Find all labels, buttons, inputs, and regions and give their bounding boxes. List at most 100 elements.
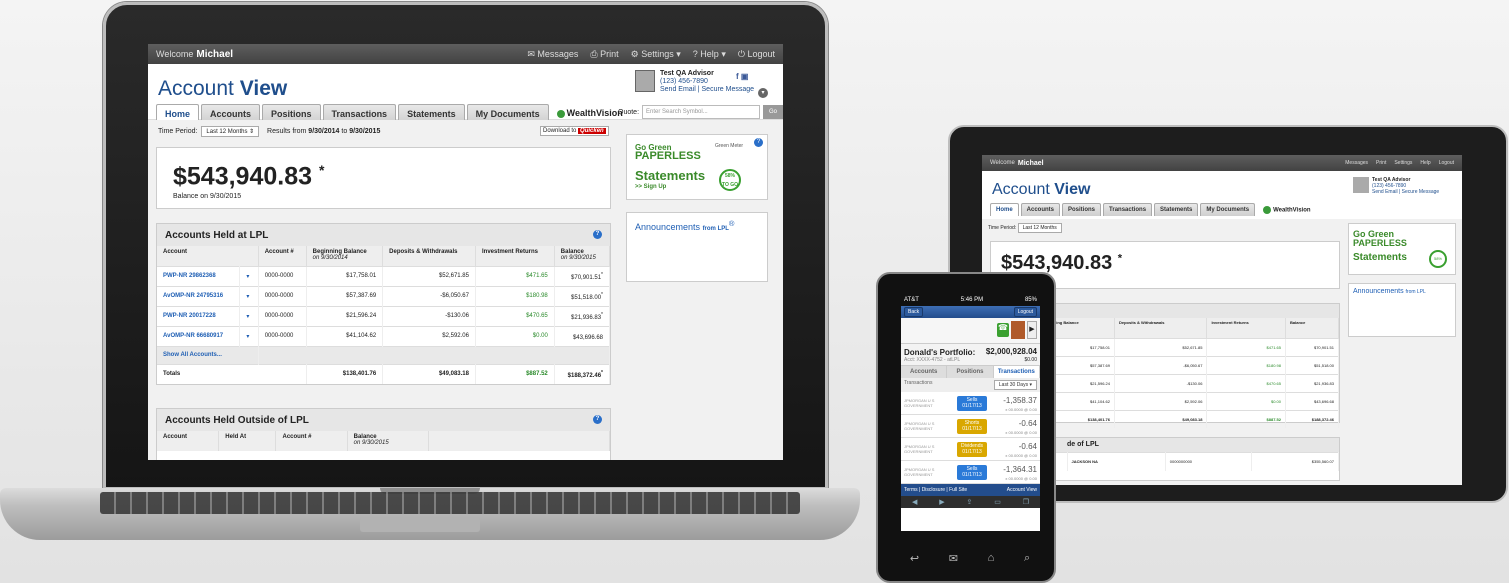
time-period-value: Last 12 Months [206,129,248,135]
footer-account-view[interactable]: Account View [1007,487,1037,493]
quote-go-button[interactable]: Go [763,105,783,119]
ending-balance: $21,936.83* [554,305,611,326]
table-row[interactable]: PWP-NR 20017228 ▾ 0000-0000 $21,596.24 -$… [157,305,611,326]
download-label: Download to [543,128,577,134]
help-icon[interactable]: ? [593,230,602,239]
print-link[interactable]: Print [1376,160,1386,166]
transaction-amount: -1,364.31 [1003,465,1037,474]
quicken-logo: Quicken [578,128,606,134]
phone-icon[interactable]: ☎ [997,323,1009,337]
logout-button[interactable]: Logout [1013,307,1037,317]
social-icons[interactable]: f ▣ [736,72,748,81]
security-name: JPMORGAN U S GOVERNMENT [904,444,935,454]
phone-tabs: Accounts Positions Transactions [901,366,1040,378]
tabs-icon[interactable]: ❐ [1023,498,1029,506]
bookmarks-icon[interactable]: ▭ [994,498,1001,506]
show-all-accounts-link[interactable]: Show All Accounts... [157,345,259,364]
totals-beginning: $138,401.76 [306,363,384,384]
home-icon[interactable]: ⌂ [988,552,995,564]
account-name-link[interactable]: PWP-NR 20017228 [157,305,241,326]
ending-balance: $43,696.68 [1285,391,1339,410]
totals-balance: $188,372.46* [554,363,611,384]
tab-home[interactable]: Home [990,203,1019,216]
time-period-select[interactable]: Last 12 Months ⇕ [201,126,260,137]
green-meter-sub: TO GO [721,182,739,188]
account-name-link[interactable]: PWP-NR 29862368 [157,265,241,286]
advisor-links[interactable]: Send Email | Secure Message [1372,189,1439,195]
footer-links[interactable]: Terms | Disclosure | Full Site [904,487,967,493]
chevron-down-icon[interactable]: ▾ [758,88,768,98]
balance-value: $543,940.83 [173,162,313,191]
ending-balance-value: $43,696.68 [572,334,603,341]
tab-accounts[interactable]: Accounts [901,366,948,378]
print-link[interactable]: ⎙ Print [590,49,618,60]
tab-transactions[interactable]: Transactions [993,366,1040,378]
col-account-label: Account [163,434,187,440]
download-quicken-button[interactable]: Download to Quicken [540,126,609,136]
settings-link[interactable]: Settings [1394,160,1412,166]
tab-positions[interactable]: Positions [1062,203,1102,216]
show-all-row: Show All Accounts... [157,345,611,364]
tab-statements[interactable]: Statements [1154,203,1199,216]
messages-link[interactable]: Messages [1345,160,1368,166]
table-row[interactable]: PWP-NR 29862368 ▾ 0000-0000 $17,758.01 $5… [157,265,611,286]
time-period-select[interactable]: Last 12 Months [1017,223,1062,233]
forward-arrow-icon[interactable]: ▶ [939,498,944,506]
help-link[interactable]: ? Help ▾ [693,49,726,60]
paperless-title: PAPERLESS [635,150,701,162]
ending-balance: $43,696.68 [554,325,611,346]
tab-my-documents[interactable]: My Documents [1200,203,1256,216]
quote-input[interactable]: Enter Search Symbol... [642,105,761,119]
tab-positions[interactable]: Positions [947,366,994,378]
chevron-down-icon[interactable]: ▾ [239,285,259,306]
messages-link[interactable]: ✉ Messages [527,49,578,60]
ending-balance: $355,560.07 [1251,452,1339,471]
beginning-balance: $41,104.62 [306,325,384,346]
go-green-banner[interactable]: Go Green PAPERLESS Statements 58% [1348,223,1456,275]
chevron-down-icon[interactable]: ▾ [239,325,259,346]
logout-link[interactable]: Logout [1439,160,1454,166]
back-button[interactable]: Back [904,307,924,317]
ending-balance-value: $21,936.83 [571,314,602,321]
transaction-detail: x 00.0000 @ 0.00 [1005,430,1037,435]
col-account-number: Account # [275,431,348,451]
advisor-links[interactable]: Send Email | Secure Message [660,86,754,93]
logout-link[interactable]: ⏻ Logout [738,49,775,60]
help-icon[interactable]: ? [593,415,602,424]
wealthvision-link[interactable]: WealthVision [1263,206,1311,216]
type-date: 01/17/13 [962,449,982,455]
advisor-avatar [1353,177,1369,193]
investment-returns: $470.65 [1206,373,1286,392]
filter-select[interactable]: Last 30 Days ▾ [993,380,1037,390]
welcome-text: Welcome [156,49,194,59]
title-light: Account [992,181,1050,198]
account-name-link[interactable]: AvOMP-NR 66680917 [157,325,241,346]
table-row[interactable]: AvOMP-NR 66680917 ▾ 0000-0000 $41,104.62 … [157,325,611,346]
back-arrow-icon[interactable]: ◀ [912,498,917,506]
transaction-row[interactable]: JPMORGAN U S GOVERNMENT Sells 01/17/13 -1,3… [901,461,1040,484]
table-row[interactable]: AvOMP-NR 24795316 ▾ 0000-0000 $57,387.69 … [157,285,611,306]
go-green-banner[interactable]: Go Green PAPERLESS Green Meter Statement… [626,134,768,200]
play-icon[interactable]: ▶ [1027,321,1037,339]
transaction-row[interactable]: JPMORGAN U S GOVERNMENT Sells 01/17/13 -1,3… [901,392,1040,415]
mail-icon[interactable]: ✉ [949,552,958,565]
tab-accounts[interactable]: Accounts [1020,203,1061,216]
help-link[interactable]: Help [1420,160,1430,166]
share-icon[interactable]: ⇪ [966,498,972,506]
back-icon[interactable]: ↩ [910,552,919,565]
chevron-down-icon[interactable]: ▾ [239,305,259,326]
search-icon[interactable]: ⌕ [1024,552,1030,565]
help-label: Help [700,48,719,59]
chevron-down-icon[interactable]: ▾ [239,265,259,286]
account-name-link[interactable]: AvOMP-NR 24795316 [157,285,241,306]
settings-link[interactable]: ⚙ Settings ▾ [631,49,681,60]
sign-up-link[interactable]: >> Sign Up [635,184,666,190]
help-icon[interactable]: ? [754,138,763,147]
transaction-row[interactable]: JPMORGAN U S GOVERNMENT Shorts 01/17/13 -0.… [901,415,1040,438]
investment-returns: $0.00 [475,325,555,346]
balance-star: * [318,162,325,178]
tab-transactions[interactable]: Transactions [1103,203,1153,216]
deposits-withdrawals: -$6,050.67 [382,285,476,306]
transaction-row[interactable]: JPMORGAN U S GOVERNMENT Dividends 01/17/13… [901,438,1040,461]
totals-label: Totals [157,363,307,384]
